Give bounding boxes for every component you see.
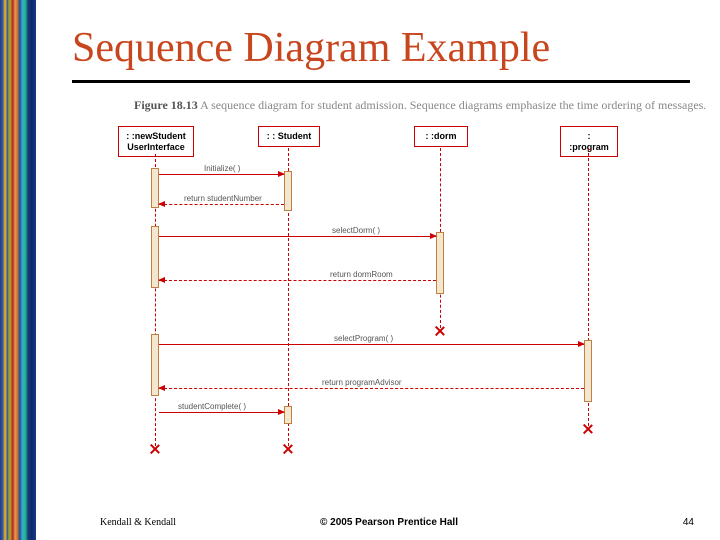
msg-label-selectdorm: selectDorm( ) <box>330 226 382 235</box>
lifeline-head-userinterface: : :newStudent UserInterface <box>118 126 194 158</box>
activation-student-2 <box>284 406 292 424</box>
msg-label-studentnumber: return studentNumber <box>182 194 264 203</box>
msg-selectdorm <box>159 236 436 237</box>
destroy-dorm <box>435 326 445 336</box>
msg-label-studentcomplete: studentComplete( ) <box>176 402 248 411</box>
destroy-ui <box>150 444 160 454</box>
msg-return-programadvisor <box>159 388 584 389</box>
msg-label-selectprogram: selectProgram( ) <box>332 334 395 343</box>
msg-return-studentnumber <box>159 204 284 205</box>
figure-label: Figure 18.13 <box>134 98 198 112</box>
msg-return-dormroom <box>159 280 436 281</box>
footer-author: Kendall & Kendall <box>72 517 176 528</box>
decorative-stripe <box>0 0 36 540</box>
msg-initialize <box>159 174 284 175</box>
msg-label-initialize: Initialize( ) <box>202 164 242 173</box>
activation-student-1 <box>284 171 292 211</box>
activation-dorm <box>436 232 444 294</box>
lifeline-head-student: : : Student <box>258 126 320 147</box>
slide-content: Sequence Diagram Example Figure 18.13 A … <box>36 0 720 540</box>
msg-label-programadvisor: return programAdvisor <box>320 378 404 387</box>
destroy-student <box>283 444 293 454</box>
page-title: Sequence Diagram Example <box>36 0 720 80</box>
msg-selectprogram <box>159 344 584 345</box>
sequence-diagram: : :newStudent UserInterface : : Student … <box>110 126 676 456</box>
footer-pagenum: 44 <box>683 517 706 528</box>
lifeline-head-program: : :program <box>560 126 618 158</box>
destroy-program <box>583 424 593 434</box>
figure-caption: Figure 18.13 A sequence diagram for stud… <box>36 83 720 122</box>
activation-program <box>584 340 592 402</box>
footer-copyright: © 2005 Pearson Prentice Hall <box>320 517 458 528</box>
msg-studentcomplete <box>159 412 284 413</box>
lifeline-head-dorm: : :dorm <box>414 126 468 147</box>
figure-caption-text: A sequence diagram for student admission… <box>200 98 706 112</box>
msg-label-dormroom: return dormRoom <box>328 270 395 279</box>
slide-footer: Kendall & Kendall © 2005 Pearson Prentic… <box>72 517 706 528</box>
